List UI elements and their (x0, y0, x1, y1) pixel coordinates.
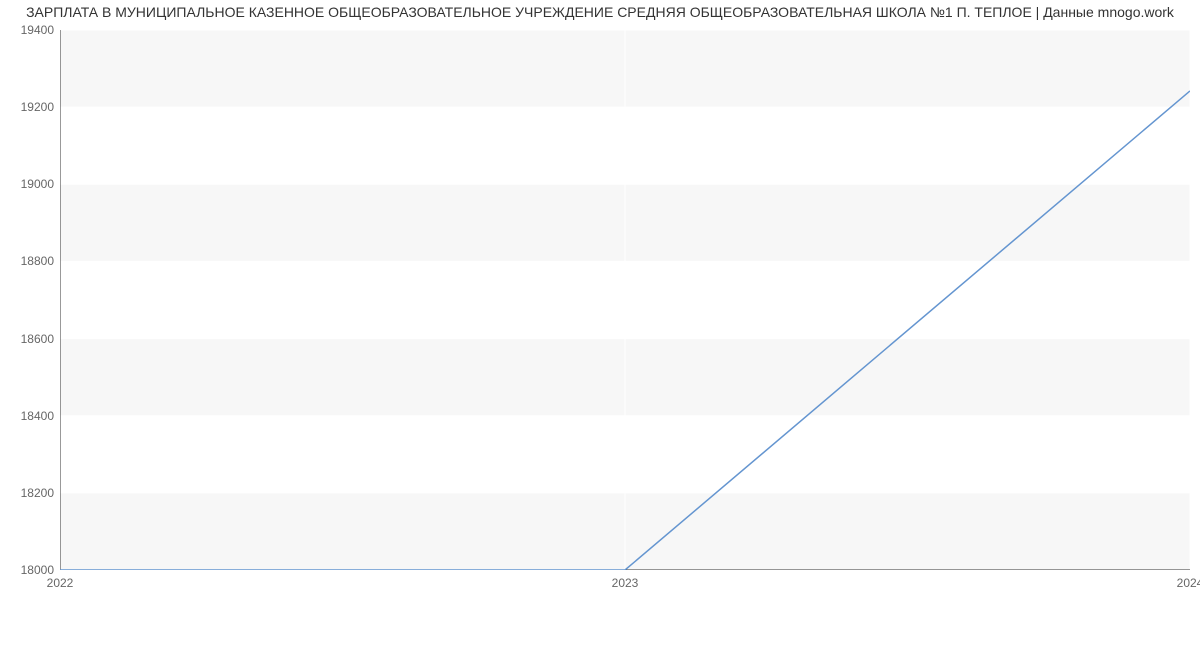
chart-title: ЗАРПЛАТА В МУНИЦИПАЛЬНОЕ КАЗЕННОЕ ОБЩЕОБ… (0, 4, 1200, 20)
y-tick-label: 18200 (4, 486, 54, 500)
y-tick-label: 18000 (4, 563, 54, 577)
chart-svg (60, 30, 1190, 570)
chart-container: ЗАРПЛАТА В МУНИЦИПАЛЬНОЕ КАЗЕННОЕ ОБЩЕОБ… (0, 0, 1200, 650)
y-tick-label: 19400 (4, 23, 54, 37)
x-tick-label: 2023 (612, 576, 639, 590)
x-tick-label: 2022 (47, 576, 74, 590)
y-tick-label: 18400 (4, 409, 54, 423)
y-tick-label: 18600 (4, 332, 54, 346)
x-tick-label: 2024 (1177, 576, 1200, 590)
y-tick-label: 19000 (4, 177, 54, 191)
plot-area (60, 30, 1190, 570)
y-tick-label: 19200 (4, 100, 54, 114)
y-tick-label: 18800 (4, 254, 54, 268)
